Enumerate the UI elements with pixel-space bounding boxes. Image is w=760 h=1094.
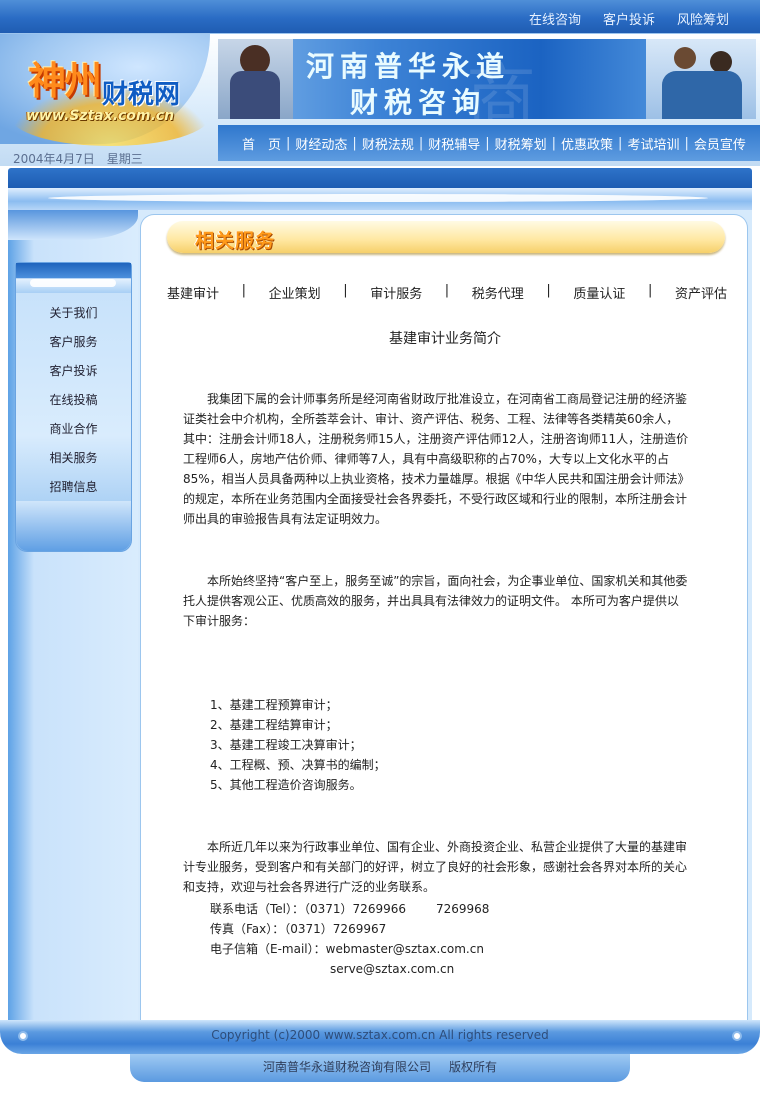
article-paragraph-1: 我集团下属的会计师事务所是经河南省财政厅批准设立，在河南省工商局登记注册的经济鉴… <box>183 389 689 529</box>
top-link-complaint[interactable]: 客户投诉 <box>603 9 655 28</box>
section-title-banner: 相关服务 <box>167 221 725 253</box>
tab-separator: | <box>241 283 246 298</box>
nav-tax-law[interactable]: 财税法规 <box>358 134 418 153</box>
tab-separator: | <box>647 283 653 298</box>
list-item: 4、工程概、预、决算书的编制； <box>210 758 386 772</box>
person-head-icon <box>710 51 732 73</box>
sidebar-menu-footer <box>16 501 131 551</box>
tab-quality-certification[interactable]: 质量认证 <box>573 283 625 302</box>
top-bar: 在线咨询 客户投诉 风险筹划 <box>0 0 760 34</box>
tab-tax-agency[interactable]: 税务代理 <box>472 283 524 302</box>
company-name: 河南普华永道财税咨询有限公司 <box>262 1060 431 1074</box>
article-paragraph-3-text: 本所近几年以来为行政事业单位、国有企业、外商投资企业、私营企业提供了大量的基建审… <box>183 840 688 894</box>
banner-photo-left <box>218 39 293 119</box>
copyright-text: Copyright (c)2000 www.sztax.com.cn All r… <box>211 1028 549 1042</box>
article-paragraph-1-text: 我集团下属的会计师事务所是经河南省财政厅批准设立，在河南省工商局登记注册的经济鉴… <box>183 392 689 526</box>
article-paragraph-2-text: 本所始终坚持“客户至上，服务至诚”的宗旨，面向社会，为企事业单位、国家机关和其他… <box>183 574 688 628</box>
tab-separator: | <box>444 283 450 298</box>
sidebar-item-business-cooperation[interactable]: 商业合作 <box>16 415 131 444</box>
sidebar-header-highlight <box>30 279 116 287</box>
tab-audit-services[interactable]: 审计服务 <box>370 283 422 302</box>
top-link-consult[interactable]: 在线咨询 <box>529 9 581 28</box>
contact-fax: 传真（Fax）：（0371）7269967 <box>210 922 387 936</box>
section-title: 相关服务 <box>195 230 276 252</box>
audit-services-list: 1、基建工程预算审计； 2、基建工程结算审计； 3、基建工程竣工决算审计； 4、… <box>210 695 386 795</box>
list-item: 2、基建工程结算审计； <box>210 718 338 732</box>
top-links: 在线咨询 客户投诉 风险筹划 <box>529 9 729 28</box>
tab-asset-appraisal[interactable]: 资产评估 <box>675 283 727 302</box>
contact-phone-2: 7269968 <box>436 902 490 916</box>
main-content: 相关服务 基建审计 | 企业策划 | 审计服务 | 税务代理 | 质量认证 | … <box>140 214 748 1022</box>
contact-phone-line: 联系电话（Tel）：（0371）7269966 7269968 <box>210 899 489 919</box>
article-paragraph-3: 本所近几年以来为行政事业单位、国有企业、外商投资企业、私营企业提供了大量的基建审… <box>183 837 689 897</box>
list-item: 1、基建工程预算审计； <box>210 698 338 712</box>
sidebar-item-customer-complaint[interactable]: 客户投诉 <box>16 357 131 386</box>
contact-email[interactable]: 电子信箱（E-mail）：webmaster@sztax.com.cn <box>210 939 489 959</box>
nav-finance-news[interactable]: 财经动态 <box>291 134 351 153</box>
contact-info: 联系电话（Tel）：（0371）7269966 7269968 传真（Fax）：（… <box>210 899 489 979</box>
person-body-icon <box>230 71 280 119</box>
sidebar-menu-header <box>16 263 131 293</box>
top-link-risk[interactable]: 风险筹划 <box>677 9 729 28</box>
sidebar-menu: 关于我们 客户服务 客户投诉 在线投稿 商业合作 相关服务 招聘信息 <box>16 299 131 502</box>
article-paragraph-2: 本所始终坚持“客户至上，服务至诚”的宗旨，面向社会，为企事业单位、国家机关和其他… <box>183 571 689 631</box>
nav-home[interactable]: 首 页 <box>238 134 285 153</box>
sidebar-item-about-us[interactable]: 关于我们 <box>16 299 131 328</box>
logo-text-part2: 财税网 <box>102 80 181 110</box>
site-logo[interactable]: 神州 财税网 www.Sztax.com.cn <box>0 34 215 146</box>
contact-phone: 联系电话（Tel）：（0371）7269966 <box>210 902 406 916</box>
sidebar-menu-box: 关于我们 客户服务 客户投诉 在线投稿 商业合作 相关服务 招聘信息 <box>15 262 132 552</box>
tab-infrastructure-audit[interactable]: 基建审计 <box>167 283 219 302</box>
nav-tax-tutoring[interactable]: 财税辅导 <box>424 134 484 153</box>
header-banner: 商 河南普华永道 财税咨询 <box>218 39 756 119</box>
banner-photo-right <box>646 39 756 119</box>
nav-member-promotion[interactable]: 会员宣传 <box>690 134 750 153</box>
service-tabs: 基建审计 | 企业策划 | 审计服务 | 税务代理 | 质量认证 | 资产评估 <box>167 283 727 302</box>
company-line: 河南普华永道财税咨询有限公司 版权所有 <box>0 1058 760 1075</box>
banner-title-line1: 河南普华永道 <box>306 50 511 83</box>
list-item: 3、基建工程竣工决算审计； <box>210 738 362 752</box>
nav-exam-training[interactable]: 考试培训 <box>623 134 683 153</box>
rights-reserved: 版权所有 <box>449 1060 498 1074</box>
list-item: 5、其他工程造价咨询服务。 <box>210 778 362 792</box>
header-divider-bar <box>8 168 752 188</box>
nav-preferential-policy[interactable]: 优惠政策 <box>557 134 617 153</box>
sidebar-item-related-services[interactable]: 相关服务 <box>16 444 131 473</box>
article-heading: 基建审计业务简介 <box>389 331 501 347</box>
logo-text-part1: 神州 <box>28 58 102 103</box>
tab-enterprise-planning[interactable]: 企业策划 <box>269 283 321 302</box>
logo-url: www.Sztax.com.cn <box>26 108 175 124</box>
header-divider-wave <box>8 188 752 210</box>
tab-separator: | <box>546 283 551 298</box>
wave-highlight <box>48 194 708 202</box>
contact-email-2[interactable]: serve@sztax.com.cn <box>210 959 489 979</box>
sidebar-item-customer-service[interactable]: 客户服务 <box>16 328 131 357</box>
current-date: 2004年4月7日 星期三 <box>13 152 143 166</box>
person-body-icon <box>662 71 742 119</box>
banner-title-line2: 财税咨询 <box>350 86 487 119</box>
nav-tax-planning[interactable]: 财税筹划 <box>491 134 551 153</box>
tab-separator: | <box>343 283 348 298</box>
header: 神州 财税网 www.Sztax.com.cn 商 河南普华永道 财税咨询 首 … <box>0 34 760 166</box>
sidebar-item-online-submission[interactable]: 在线投稿 <box>16 386 131 415</box>
main-nav: 首 页 | 财经动态 | 财税法规 | 财税辅导 | 财税筹划 | 优惠政策 | 考试培训 |… <box>238 134 750 153</box>
person-head-icon <box>674 47 696 69</box>
sidebar-item-recruitment[interactable]: 招聘信息 <box>16 473 131 502</box>
